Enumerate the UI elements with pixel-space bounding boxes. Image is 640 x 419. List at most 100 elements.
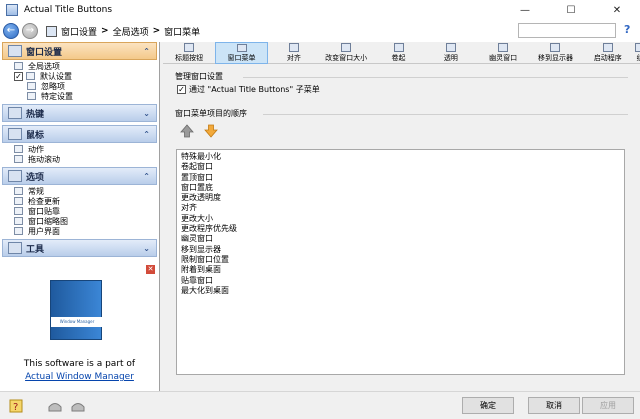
list-item[interactable]: 更改透明度 — [181, 193, 620, 203]
monitor-icon — [550, 43, 561, 52]
default-settings-icon — [26, 72, 35, 80]
forward-button[interactable]: → — [22, 23, 38, 39]
help-tip-icon[interactable]: ? — [9, 398, 25, 413]
tab-group[interactable]: 组 — [634, 42, 640, 64]
window-controls: — ☐ ✕ — [502, 0, 640, 20]
back-button[interactable]: ← — [3, 23, 19, 39]
resize-icon — [341, 43, 352, 52]
list-item[interactable]: 移到显示器 — [181, 245, 620, 255]
sidebar-item-general[interactable]: 常规 — [0, 186, 159, 196]
launch-icon — [602, 43, 613, 52]
tab-ghost-window[interactable]: 幽灵窗口 — [477, 42, 529, 64]
list-item[interactable]: 置顶窗口 — [181, 173, 620, 183]
tab-label: 启动程序 — [593, 54, 622, 62]
sidebar-section-hotkeys[interactable]: 热键 ⌄ — [2, 104, 157, 122]
tab-align[interactable]: 对齐 — [268, 42, 320, 64]
redo-icon[interactable] — [70, 398, 86, 413]
list-item[interactable]: 特殊最小化 — [181, 152, 620, 162]
sidebar-item-default-settings[interactable]: ✓ 默认设置 — [0, 71, 159, 81]
chevron-down-icon[interactable]: ⌄ — [143, 109, 150, 118]
chevron-down-icon[interactable]: ⌄ — [143, 244, 150, 253]
list-item[interactable]: 卷起窗口 — [181, 162, 620, 172]
maximize-button[interactable]: ☐ — [548, 0, 594, 20]
footer-bar: ? 确定 取消 应用 — [0, 391, 640, 419]
undo-icon[interactable] — [47, 398, 63, 413]
menu-order-list[interactable]: 特殊最小化 卷起窗口 置顶窗口 窗口置底 更改透明度 对齐 更改大小 更改程序优先级 幽灵窗口移… — [176, 149, 625, 375]
list-item[interactable]: 更改程序优先级 — [181, 224, 620, 234]
general-icon — [14, 187, 23, 195]
list-item[interactable]: 幽灵窗口 — [181, 234, 620, 244]
sidebar-item-window-thumbnail[interactable]: 窗口缩略图 — [0, 216, 159, 226]
sidebar-item-user-interface[interactable]: 用户界面 — [0, 226, 159, 236]
svg-text:?: ? — [13, 402, 18, 413]
sidebar-item-label: 拖动滚动 — [28, 154, 60, 164]
apply-button[interactable]: 应用 — [582, 397, 634, 414]
help-icon[interactable]: ? — [624, 23, 636, 37]
tab-resize-window[interactable]: 改变窗口大小 — [320, 42, 372, 64]
sidebar-item-window-snap[interactable]: 窗口贴靠 — [0, 206, 159, 216]
list-item[interactable]: 窗口置底 — [181, 183, 620, 193]
search-input[interactable] — [518, 23, 616, 38]
list-item[interactable]: 最大化到桌面 — [181, 286, 620, 296]
tab-label: 组 — [636, 54, 640, 62]
sidebar-items-mouse: 动作 拖动滚动 — [0, 143, 159, 167]
promo-link[interactable]: Actual Window Manager — [0, 372, 159, 382]
tab-transparency[interactable]: 透明 — [425, 42, 477, 64]
sidebar-item-label: 特定设置 — [41, 91, 73, 101]
checkmark-icon: ✓ — [14, 71, 23, 81]
list-item[interactable]: 对齐 — [181, 203, 620, 213]
sidebar-section-options[interactable]: 选项 ⌃ — [2, 167, 157, 185]
sidebar-item-specific-settings[interactable]: 特定设置 — [0, 91, 159, 101]
list-item[interactable]: 贴靠窗口 — [181, 276, 620, 286]
move-down-arrow-icon[interactable] — [204, 124, 218, 138]
sidebar-section-window-settings[interactable]: 窗口设置 ⌃ — [2, 42, 157, 60]
tab-window-menu[interactable]: 窗口菜单 — [215, 42, 268, 64]
sidebar-item-global-options[interactable]: 全局选项 — [0, 61, 159, 71]
minimize-button[interactable]: — — [502, 0, 548, 20]
sidebar: 窗口设置 ⌃ 全局选项 ✓ 默认设置 忽略项 特定设置 热键 ⌄ 鼠标 ⌃ 动作 … — [0, 42, 160, 391]
tab-move-to-monitor[interactable]: 移到显示器 — [529, 42, 581, 64]
list-item[interactable]: 限制窗口位置 — [181, 255, 620, 265]
sidebar-items-window-settings: 全局选项 ✓ 默认设置 忽略项 特定设置 — [0, 60, 159, 104]
breadcrumb-item-2[interactable]: 窗口菜单 — [164, 25, 200, 38]
cancel-button[interactable]: 取消 — [528, 397, 580, 414]
breadcrumb-item-1[interactable]: 全局选项 — [113, 25, 149, 38]
list-item[interactable]: 更改大小 — [181, 214, 620, 224]
group-title-order: 窗口菜单项目的顺序 — [175, 109, 247, 118]
snap-icon — [14, 207, 23, 215]
title-bar: Actual Title Buttons — ☐ ✕ — [0, 0, 640, 20]
tab-label: 对齐 — [286, 54, 301, 62]
sidebar-item-actions[interactable]: 动作 — [0, 144, 159, 154]
sidebar-item-exclusions[interactable]: 忽略项 — [0, 81, 159, 91]
window-settings-icon — [8, 45, 22, 57]
tab-label: 透明 — [443, 54, 458, 62]
breadcrumb-item-0[interactable]: 窗口设置 — [61, 25, 97, 38]
sidebar-item-drag-scroll[interactable]: 拖动滚动 — [0, 154, 159, 164]
product-box-image: Window Manager — [50, 280, 103, 340]
sidebar-item-check-updates[interactable]: 检查更新 — [0, 196, 159, 206]
submenu-checkbox-label: 通过 "Actual Title Buttons" 子菜单 — [189, 85, 320, 94]
global-options-icon — [14, 62, 23, 70]
close-icon[interactable]: ✕ — [146, 265, 155, 274]
ok-button[interactable]: 确定 — [462, 397, 514, 414]
chevron-up-icon[interactable]: ⌃ — [143, 172, 150, 181]
sidebar-section-mouse[interactable]: 鼠标 ⌃ — [2, 125, 157, 143]
move-up-arrow-icon[interactable] — [180, 124, 194, 138]
group-icon — [634, 43, 640, 52]
tab-title-buttons[interactable]: 标题按钮 — [163, 42, 215, 64]
chevron-up-icon[interactable]: ⌃ — [143, 47, 150, 56]
list-item[interactable]: 附着到桌面 — [181, 265, 620, 275]
tab-roll-up[interactable]: 卷起 — [372, 42, 424, 64]
ghost-window-icon — [498, 43, 509, 52]
close-button[interactable]: ✕ — [594, 0, 640, 20]
transparency-icon — [445, 43, 456, 52]
app-icon — [6, 4, 18, 16]
submenu-option[interactable]: ✓ 通过 "Actual Title Buttons" 子菜单 — [177, 84, 320, 95]
submenu-checkbox[interactable]: ✓ — [177, 85, 186, 94]
product-box-label: Window Manager — [51, 317, 103, 327]
tab-launch-program[interactable]: 启动程序 — [582, 42, 634, 64]
window-title: Actual Title Buttons — [24, 5, 113, 15]
chevron-up-icon[interactable]: ⌃ — [143, 130, 150, 139]
options-icon — [8, 170, 22, 182]
sidebar-section-tools[interactable]: 工具 ⌄ — [2, 239, 157, 257]
